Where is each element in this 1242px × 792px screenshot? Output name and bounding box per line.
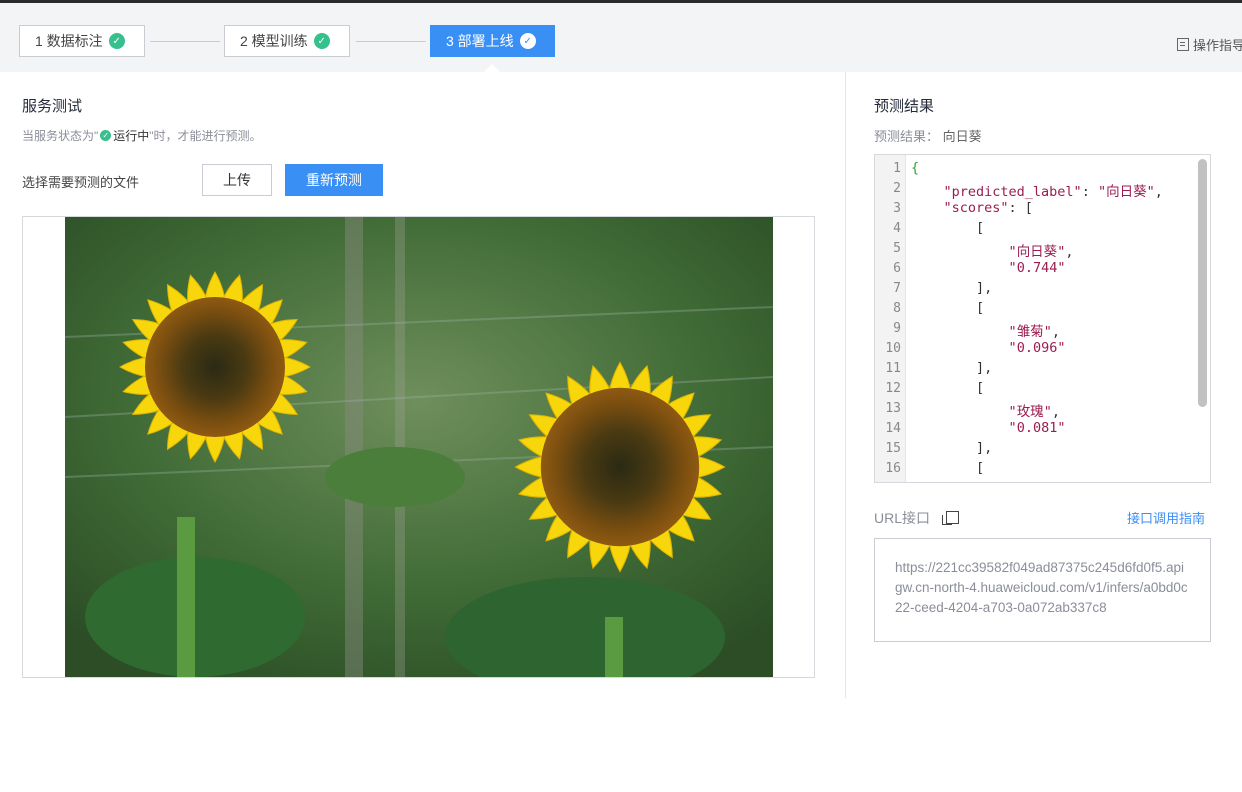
code-line: { [911, 160, 920, 176]
line-number: 8 [893, 301, 901, 316]
code-line: "向日葵", [1008, 244, 1074, 260]
code-line: "雏菊", [1008, 324, 1060, 340]
url-label-text: URL接口 [874, 510, 931, 526]
step-model-training[interactable]: 2 模型训练 ✓ [224, 25, 350, 57]
check-circle-icon: ✓ [100, 130, 112, 141]
step-data-labeling[interactable]: 1 数据标注 ✓ [19, 25, 145, 57]
code-line: "0.096" [1008, 340, 1066, 356]
score-value: 0.081 [1016, 420, 1058, 436]
code-line: "0.744" [1008, 260, 1066, 276]
line-number: 16 [885, 461, 901, 476]
step-deployment[interactable]: 3 部署上线 ✓ [430, 25, 555, 72]
step-connector [150, 41, 220, 42]
service-test-title: 服务测试 [22, 98, 83, 115]
check-circle-icon: ✓ [519, 33, 536, 49]
summary-value: 向日葵 [942, 129, 982, 144]
line-number: 7 [893, 281, 901, 296]
result-json-viewer[interactable]: 1 2 3 4 5 6 7 8 9 10 11 12 13 14 15 16 {… [874, 154, 1211, 483]
step-connector [356, 41, 426, 42]
score-value: 0.744 [1016, 260, 1058, 276]
code-line: [ [911, 220, 985, 236]
prediction-result-title: 预测结果 [874, 98, 935, 115]
code-line: ], [911, 360, 993, 376]
line-number: 10 [885, 341, 901, 356]
code-line: [ [911, 300, 985, 316]
line-number: 2 [893, 181, 901, 196]
line-number: 12 [885, 381, 901, 396]
step-bar: 1 数据标注 ✓ 2 模型训练 ✓ 3 部署上线 ✓ 操作指导 [0, 3, 1242, 72]
check-circle-icon: ✓ [313, 33, 330, 49]
sunflower-image [65, 217, 773, 677]
code-line: "predicted_label": "向日葵", [943, 184, 1163, 200]
score-class-name: 雏菊 [1016, 324, 1044, 340]
line-number: 14 [885, 421, 901, 436]
operation-guide-label: 操作指导 [1193, 38, 1242, 53]
line-number: 13 [885, 401, 901, 416]
prediction-summary: 预测结果： 向日葵 [874, 126, 982, 145]
line-number: 5 [893, 241, 901, 256]
score-class-name: 玫瑰 [1016, 404, 1044, 420]
code-line: ], [911, 440, 993, 456]
note-status: 运行中 [113, 129, 150, 143]
document-edit-icon [1177, 38, 1189, 51]
line-number: 11 [885, 361, 901, 376]
code-line: "scores": [ [943, 200, 1033, 216]
step-label: 3 部署上线 [446, 33, 514, 49]
json-predicted-label: 向日葵 [1106, 184, 1147, 200]
note-prefix: 当服务状态为" [22, 129, 99, 143]
score-value: 0.096 [1016, 340, 1058, 356]
note-suffix: "时，才能进行预测。 [149, 129, 262, 143]
score-class-name: 向日葵 [1016, 244, 1058, 260]
line-number: 6 [893, 261, 901, 276]
image-preview [22, 216, 815, 678]
vertical-scrollbar[interactable] [1198, 159, 1207, 407]
code-line: [ [911, 380, 985, 396]
api-guide-link[interactable]: 接口调用指南 [1127, 508, 1205, 527]
copy-icon[interactable] [942, 511, 960, 525]
code-line: "0.081" [1008, 420, 1066, 436]
upload-button[interactable]: 上传 [202, 164, 272, 196]
step-label: 1 数据标注 [35, 33, 103, 49]
service-status-note: 当服务状态为" ✓ 运行中 "时，才能进行预测。 [22, 127, 262, 144]
select-file-label: 选择需要预测的文件 [22, 175, 140, 190]
panel-divider [845, 72, 846, 698]
summary-label: 预测结果： [874, 129, 940, 144]
url-interface-label: URL接口 [874, 508, 960, 528]
operation-guide-link[interactable]: 操作指导 [1177, 35, 1242, 54]
code-line: ], [911, 280, 993, 296]
line-number: 1 [893, 161, 901, 176]
line-number: 3 [893, 201, 901, 216]
step-label: 2 模型训练 [240, 33, 308, 49]
repredict-button[interactable]: 重新预测 [285, 164, 383, 196]
line-number: 15 [885, 441, 901, 456]
line-number-gutter: 1 2 3 4 5 6 7 8 9 10 11 12 13 14 15 16 [875, 155, 906, 482]
code-line: [ [911, 460, 985, 476]
check-circle-icon: ✓ [108, 33, 125, 49]
url-value-box[interactable]: https://221cc39582f049ad87375c245d6fd0f5… [874, 538, 1211, 642]
line-number: 4 [893, 221, 901, 236]
line-number: 9 [893, 321, 901, 336]
code-line: "玫瑰", [1008, 404, 1060, 420]
